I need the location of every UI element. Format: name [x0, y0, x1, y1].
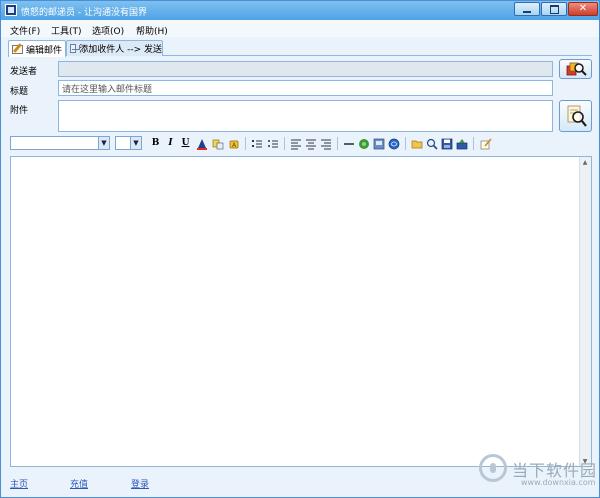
close-icon: ✕ [578, 3, 588, 14]
edit-source-icon[interactable] [479, 137, 492, 150]
horizontal-rule-icon[interactable] [342, 137, 355, 150]
attachment-label: 附件 [10, 106, 29, 116]
recharge-link[interactable]: 充值 [70, 477, 88, 490]
italic-button[interactable]: I [164, 137, 177, 150]
toolbar-divider [405, 137, 406, 150]
close-button[interactable]: ✕ [568, 2, 598, 16]
app-logo-icon [5, 4, 17, 16]
toolbar-divider [245, 137, 246, 150]
maximize-button[interactable] [541, 2, 567, 16]
maximize-icon [549, 4, 559, 14]
text-color-icon[interactable] [195, 137, 208, 150]
bold-button[interactable]: B [149, 137, 162, 150]
toolbar-divider [473, 137, 474, 150]
insert-link-icon[interactable] [387, 137, 400, 150]
choose-sender-button[interactable] [559, 59, 592, 79]
clear-format-icon[interactable]: A [227, 137, 240, 150]
subject-input[interactable] [58, 80, 553, 96]
chevron-down-icon: ▼ [130, 137, 141, 149]
watermark-url: www.downxia.com [521, 478, 596, 487]
tab-edit-mail-label: 编辑邮件 [26, 45, 63, 56]
align-center-icon[interactable] [304, 137, 317, 150]
unordered-list-icon[interactable] [266, 137, 279, 150]
message-editor[interactable]: ▲ ▼ [10, 156, 592, 467]
menu-help[interactable]: 帮助(H) [136, 24, 168, 37]
attachment-search-icon [567, 105, 587, 127]
sender-label: 发送者 [10, 67, 38, 77]
add-attachment-button[interactable] [559, 100, 592, 132]
ordered-list-icon[interactable] [250, 137, 263, 150]
menu-options[interactable]: 选项(O) [92, 24, 124, 37]
open-file-icon[interactable] [410, 137, 423, 150]
align-left-icon[interactable] [289, 137, 302, 150]
envelope-icon [70, 44, 77, 53]
sender-picker-icon [566, 62, 587, 76]
editor-scrollbar[interactable]: ▲ ▼ [579, 157, 591, 466]
minimize-button[interactable] [514, 2, 540, 16]
upload-icon[interactable] [455, 137, 468, 150]
title-bar[interactable]: 愤怒的邮递员 - 让沟通没有国界 ✕ [1, 1, 599, 20]
attachment-field[interactable] [58, 100, 553, 132]
sender-field[interactable] [58, 61, 553, 77]
minimize-icon [523, 10, 531, 13]
toolbar-divider [284, 137, 285, 150]
menu-tools[interactable]: 工具(T) [51, 24, 82, 37]
menu-bar: 文件(F) 工具(T) 选项(O) 帮助(H) [1, 20, 599, 37]
insert-table-icon[interactable] [372, 137, 385, 150]
underline-button[interactable]: U [179, 137, 192, 150]
home-link[interactable]: 主页 [10, 477, 28, 490]
watermark-logo-icon [479, 454, 507, 482]
font-family-select[interactable]: ▼ [10, 136, 110, 150]
mail-composer-window: 愤怒的邮递员 - 让沟通没有国界 ✕ 文件(F) 工具(T) 选项(O) 帮助(… [0, 0, 600, 498]
tab-edit-mail[interactable]: 编辑邮件 [8, 40, 66, 57]
background-color-icon[interactable] [211, 137, 224, 150]
window-title: 愤怒的邮递员 - 让沟通没有国界 [21, 8, 147, 18]
insert-image-icon[interactable] [357, 137, 370, 150]
preview-icon[interactable] [425, 137, 438, 150]
scroll-up-icon[interactable]: ▲ [580, 157, 590, 167]
tab-add-recipient[interactable]: 添加收件人 --> 发送 [66, 40, 163, 56]
menu-file[interactable]: 文件(F) [10, 24, 40, 37]
tab-add-recipient-label: 添加收件人 --> 发送 [79, 45, 162, 55]
login-link[interactable]: 登录 [131, 477, 149, 490]
save-icon[interactable] [440, 137, 453, 150]
format-toolbar: ▼ ▼ B I U A [1, 134, 599, 154]
font-size-select[interactable]: ▼ [115, 136, 142, 150]
chevron-down-icon: ▼ [98, 137, 109, 149]
align-right-icon[interactable] [319, 137, 332, 150]
subject-label: 标题 [10, 87, 29, 97]
toolbar-divider [337, 137, 338, 150]
note-pencil-icon [12, 44, 23, 54]
